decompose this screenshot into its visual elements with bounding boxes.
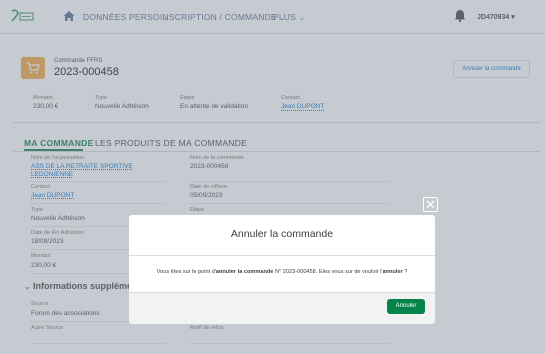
divider — [129, 255, 435, 256]
modal-title: Annuler la commande — [230, 228, 334, 240]
close-icon — [426, 200, 435, 209]
cancel-order-modal: Annuler la commande Vous êtes sur le poi… — [129, 215, 435, 324]
close-modal-button[interactable] — [423, 197, 438, 212]
confirm-cancel-button[interactable]: Annuler — [387, 299, 425, 314]
modal-message: Vous êtes sur le point d'annuler la comm… — [156, 269, 408, 275]
